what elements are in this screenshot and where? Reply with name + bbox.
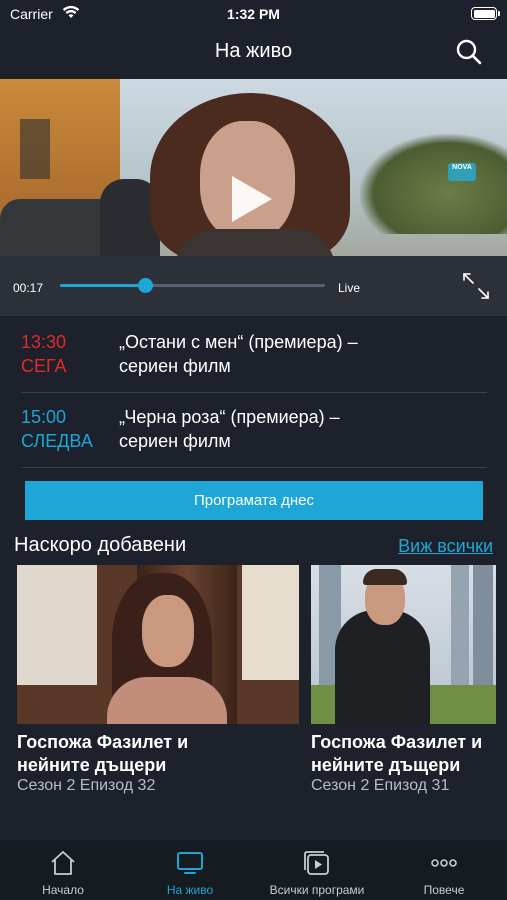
- tab-label: Начало: [42, 883, 84, 897]
- see-all-link[interactable]: Виж всички: [398, 536, 493, 557]
- episode-thumbnail: [311, 565, 496, 724]
- schedule-item-next[interactable]: 15:00 СЛЕДВА „Черна роза“ (премиера) – с…: [0, 405, 507, 455]
- tab-label: Повече: [423, 883, 465, 897]
- divider: [21, 392, 487, 393]
- channel-logo: NOVA: [448, 163, 476, 181]
- episode-subtitle: Сезон 2 Епизод 32: [17, 777, 156, 794]
- progress-handle[interactable]: [138, 278, 153, 293]
- episode-thumbnail: [17, 565, 299, 724]
- episode-title: Госпожа Фазилет и нейните дъщери: [311, 732, 483, 775]
- episode-card[interactable]: Госпожа Фазилет и нейните дъщери Сезон 2…: [17, 565, 299, 815]
- search-icon[interactable]: [455, 38, 483, 66]
- divider: [21, 467, 487, 468]
- status-bar: Carrier 1:32 PM: [0, 0, 507, 28]
- elapsed-time: 00:17: [13, 281, 44, 295]
- clock: 1:32 PM: [227, 6, 280, 22]
- tab-label: Всички програми: [269, 883, 365, 897]
- schedule-title: „Остани с мен“ (премиера) – сериен филм: [119, 332, 358, 376]
- episode-subtitle: Сезон 2 Епизод 31: [311, 777, 450, 794]
- tab-bar: Начало На живо Всички програми Повече: [0, 840, 507, 900]
- schedule-title: „Черна роза“ (премиера) – сериен филм: [119, 407, 340, 451]
- tv-icon: [177, 852, 203, 874]
- live-label: Live: [338, 281, 361, 295]
- episode-title: Госпожа Фазилет и нейните дъщери: [17, 732, 189, 775]
- episode-card[interactable]: Госпожа Фазилет и нейните дъщери Сезон 2…: [311, 565, 507, 815]
- schedule-item-now[interactable]: 13:30 СЕГА „Остани с мен“ (премиера) – с…: [0, 330, 507, 380]
- nav-header: На живо: [0, 28, 507, 78]
- tab-all-programs[interactable]: Всички програми: [254, 840, 380, 900]
- tab-live[interactable]: На живо: [127, 840, 253, 900]
- play-icon[interactable]: [232, 176, 272, 222]
- tab-home[interactable]: Начало: [0, 840, 126, 900]
- schedule-time: 13:30 СЕГА: [21, 332, 67, 376]
- tab-more[interactable]: Повече: [381, 840, 507, 900]
- programs-icon: [304, 851, 329, 875]
- battery-icon: [471, 7, 500, 20]
- video-player[interactable]: NOVA 00:17 Live: [0, 79, 507, 316]
- tab-label: На живо: [166, 883, 214, 897]
- video-frame: NOVA: [0, 79, 507, 256]
- fullscreen-icon[interactable]: [461, 271, 491, 301]
- todays-program-button[interactable]: Програмата днес: [25, 481, 483, 520]
- more-icon: [431, 859, 457, 867]
- section-title: Наскоро добавени: [14, 534, 187, 556]
- schedule-time: 15:00 СЛЕДВА: [21, 407, 93, 451]
- home-icon: [51, 851, 75, 875]
- page-title: На живо: [214, 40, 293, 62]
- progress-fill: [60, 284, 145, 287]
